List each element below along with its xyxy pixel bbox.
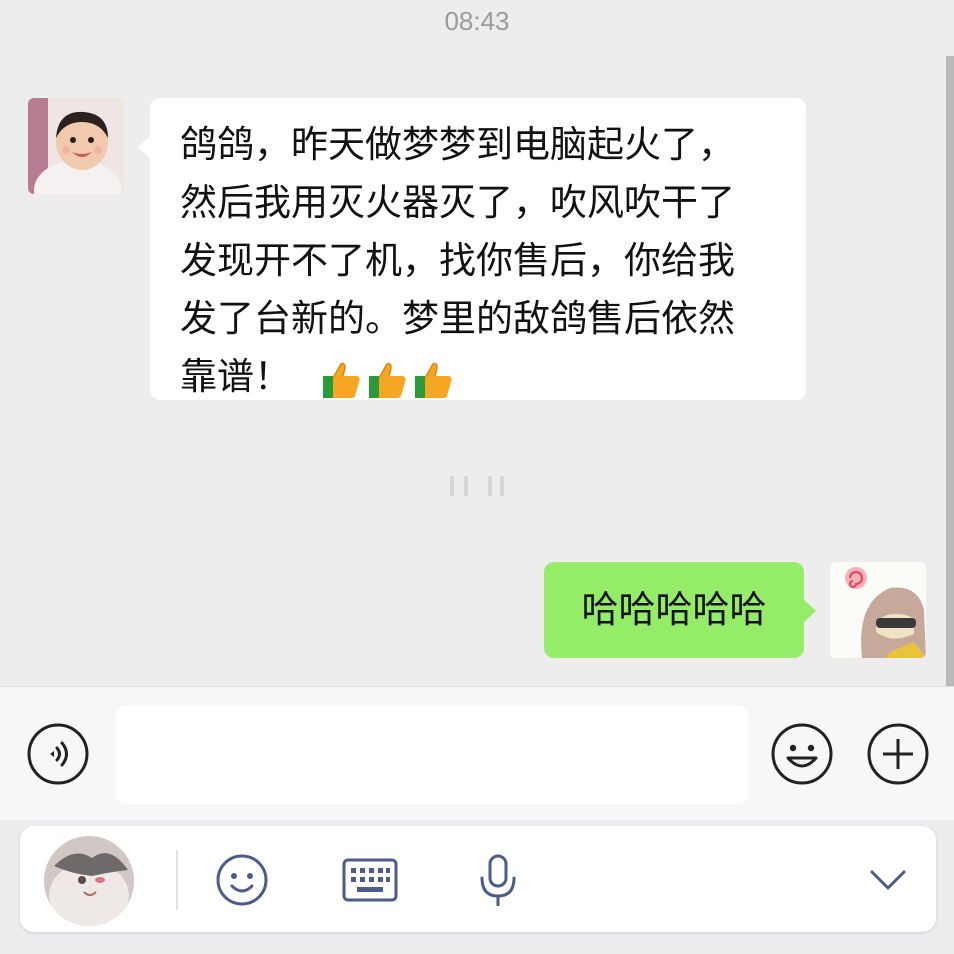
plus-icon[interactable] [866, 722, 930, 786]
microphone-icon[interactable] [468, 850, 528, 910]
keyboard-icon[interactable] [340, 850, 400, 910]
friend-avatar[interactable] [28, 98, 124, 194]
message-line: 靠谱！ [180, 355, 291, 398]
smiley-icon[interactable] [212, 850, 272, 910]
message-line: 发了台新的。梦里的敌鸽售后依然 [180, 297, 735, 340]
message-line-last: 靠谱！ [180, 348, 778, 406]
voice-icon[interactable] [26, 722, 90, 786]
smiley-icon[interactable] [770, 722, 834, 786]
scrollbar[interactable] [946, 56, 954, 686]
message-line: 然后我用灭火器灭了，吹风吹干了 [180, 181, 735, 224]
message-line: 发现开不了机，找你售后，你给我 [180, 239, 735, 282]
chevron-down-icon[interactable] [858, 850, 918, 910]
ime-avatar[interactable] [44, 836, 134, 926]
divider [176, 850, 178, 910]
friend-message-bubble[interactable]: 鸽鸽，昨天做梦梦到电脑起火了， 然后我用灭火器灭了，吹风吹干了 发现开不了机，找… [138, 98, 806, 400]
message-line: 鸽鸽，昨天做梦梦到电脑起火了， [180, 123, 735, 166]
my-avatar[interactable] [830, 562, 926, 658]
thumbs-up-icon [322, 362, 360, 398]
loading-indicator-icon [450, 476, 504, 496]
thumbs-up-icon [368, 362, 406, 398]
message-timestamp: 08:43 [444, 6, 510, 36]
thumbs-up-icon [414, 362, 452, 398]
emoji-group [321, 358, 455, 400]
my-message-bubble[interactable]: 哈哈哈哈哈 [544, 562, 816, 658]
message-text: 哈哈哈哈哈 [581, 588, 767, 631]
message-input[interactable] [116, 706, 748, 804]
